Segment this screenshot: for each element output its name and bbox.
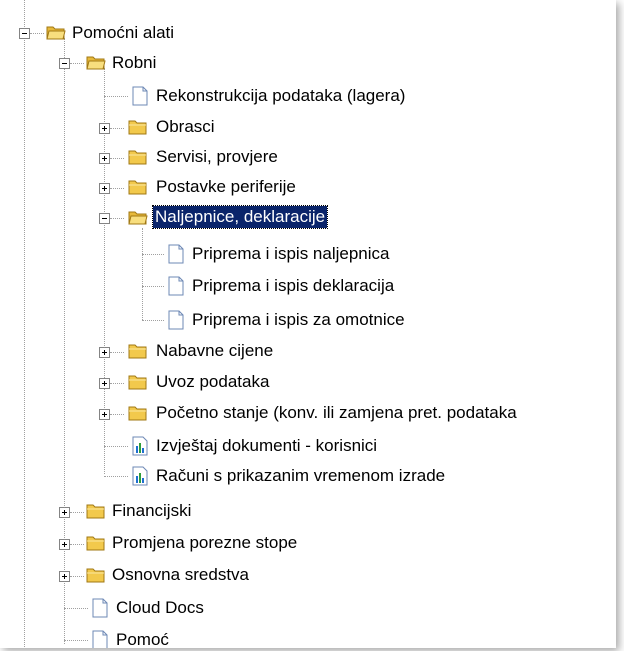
report-icon (130, 466, 150, 486)
folder-icon (128, 177, 148, 197)
tree-node-priprema-omotnice[interactable]: Priprema i ispis za omotnice (190, 309, 407, 331)
folder-icon (128, 147, 148, 167)
tree-node-cloud-docs[interactable]: Cloud Docs (114, 597, 206, 619)
tree-node-pocetno-stanje[interactable]: Početno stanje (konv. ili zamjena pret. … (154, 402, 519, 424)
document-icon (90, 630, 110, 648)
folder-icon (128, 403, 148, 423)
document-icon (130, 86, 150, 106)
tree-node-postavke[interactable]: Postavke periferije (154, 176, 298, 198)
folder-icon (86, 501, 106, 521)
document-icon (90, 598, 110, 618)
folder-open-icon (128, 207, 148, 227)
folder-open-icon (46, 22, 66, 42)
tree-node-pomocni-alati[interactable]: Pomoćni alati (70, 22, 176, 44)
folder-icon (86, 565, 106, 585)
expand-toggle[interactable] (99, 378, 110, 389)
tree-node-priprema-deklaracija[interactable]: Priprema i ispis deklaracija (190, 275, 396, 297)
folder-open-icon (86, 52, 106, 72)
tree-guide-line (142, 228, 143, 320)
expand-toggle[interactable] (99, 123, 110, 134)
expand-toggle[interactable] (99, 183, 110, 194)
document-icon (166, 276, 186, 296)
report-icon (130, 436, 150, 456)
expand-toggle[interactable] (59, 507, 70, 518)
tree-node-osnovna-sredstva[interactable]: Osnovna sredstva (110, 564, 251, 586)
tree-node-naljepnice[interactable]: Naljepnice, deklaracije (151, 205, 329, 229)
expand-toggle[interactable] (59, 539, 70, 550)
folder-icon (128, 117, 148, 137)
tree-node-uvoz[interactable]: Uvoz podataka (154, 371, 271, 393)
expand-toggle[interactable] (99, 347, 110, 358)
folder-icon (128, 372, 148, 392)
tree-panel: Pomoćni alati Robni Rekonstrukcija podat… (0, 0, 616, 648)
expand-toggle[interactable] (99, 409, 110, 420)
tree-node-robni[interactable]: Robni (110, 52, 158, 74)
tree-node-financijski[interactable]: Financijski (110, 500, 193, 522)
tree-node-servisi[interactable]: Servisi, provjere (154, 146, 280, 168)
folder-icon (86, 533, 106, 553)
tree-node-pomoc[interactable]: Pomoć (114, 629, 171, 648)
tree-node-obrasci[interactable]: Obrasci (154, 116, 217, 138)
tree-guide-line (64, 38, 65, 644)
expand-toggle[interactable] (99, 153, 110, 164)
expand-toggle[interactable] (59, 571, 70, 582)
tree-node-priprema-naljepnica[interactable]: Priprema i ispis naljepnica (190, 243, 391, 265)
collapse-toggle[interactable] (99, 213, 110, 224)
tree-view: Pomoćni alati Robni Rekonstrukcija podat… (0, 0, 616, 648)
tree-guide-line (24, 0, 25, 648)
tree-node-promjena-porezne-stope[interactable]: Promjena porezne stope (110, 532, 299, 554)
collapse-toggle[interactable] (59, 58, 70, 69)
tree-node-rekonstrukcija[interactable]: Rekonstrukcija podataka (lagera) (154, 85, 407, 107)
tree-node-izvjestaj[interactable]: Izvještaj dokumenti - korisnici (154, 435, 379, 457)
document-icon (166, 310, 186, 330)
document-icon (166, 244, 186, 264)
tree-node-racuni[interactable]: Računi s prikazanim vremenom izrade (154, 465, 447, 487)
collapse-toggle[interactable] (19, 28, 30, 39)
folder-icon (128, 341, 148, 361)
tree-node-nabavne[interactable]: Nabavne cijene (154, 340, 275, 362)
